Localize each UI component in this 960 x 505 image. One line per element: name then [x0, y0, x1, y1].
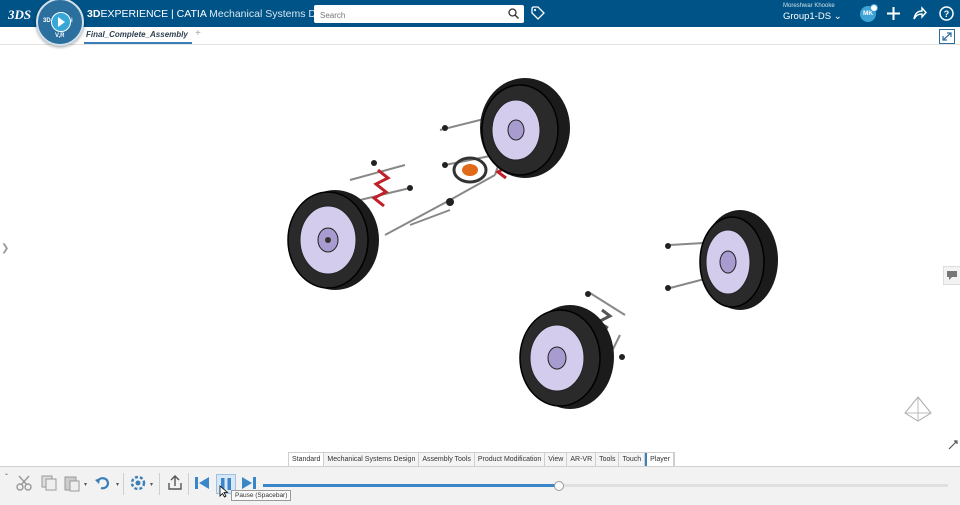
- svg-text:?: ?: [944, 9, 950, 19]
- paste-icon[interactable]: [63, 474, 81, 492]
- undo-icon[interactable]: [94, 474, 112, 492]
- tab-touch[interactable]: Touch: [619, 453, 646, 467]
- wheel-rear-left: [480, 78, 570, 178]
- app-brand: 3DEXPERIENCE | CATIA Mechanical Systems …: [87, 8, 341, 20]
- search-box: [314, 5, 524, 25]
- 3ds-logo-icon: 3DS: [8, 7, 31, 22]
- step-back-icon[interactable]: [193, 474, 211, 492]
- tab-final-complete-assembly[interactable]: Final_Complete_Assembly: [86, 30, 188, 39]
- user-menu[interactable]: Moreshwar Khooke Group1-DS ⌄: [783, 3, 842, 22]
- chevron-down-icon[interactable]: ⌄: [834, 11, 842, 22]
- tab-standard[interactable]: Standard: [289, 453, 325, 467]
- compass-3d-label: 3D: [43, 18, 51, 24]
- tab-ar-vr[interactable]: AR-VR: [567, 453, 597, 467]
- tab-view[interactable]: View: [545, 453, 568, 467]
- compass-i-label: i: [71, 18, 73, 24]
- tag-icon[interactable]: [531, 6, 545, 20]
- toolbar-separator: [188, 473, 189, 495]
- timeline-knob[interactable]: [553, 481, 564, 491]
- svg-text:3DS: 3DS: [8, 7, 31, 22]
- chat-panel-toggle[interactable]: [943, 266, 960, 285]
- add-icon[interactable]: [886, 6, 901, 21]
- notification-dot: [870, 4, 878, 12]
- cursor-icon: [219, 485, 229, 498]
- play-icon[interactable]: [51, 12, 71, 32]
- pause-tooltip: Pause (Spacebar): [231, 490, 292, 501]
- active-tab-indicator: [84, 42, 192, 44]
- paste-dropdown-icon[interactable]: ▾: [84, 481, 87, 488]
- avatar[interactable]: MK: [860, 4, 878, 22]
- toolbar-separator: [123, 473, 124, 495]
- export-icon[interactable]: [166, 474, 184, 492]
- update-icon[interactable]: [129, 474, 147, 492]
- tab-assembly-tools[interactable]: Assembly Tools: [419, 453, 475, 467]
- expand-left-panel-icon[interactable]: ❯: [1, 243, 9, 254]
- action-bar: ⌄ ▾ ▾ ▾: [0, 466, 960, 505]
- toolbar-separator: [159, 473, 160, 495]
- group-name[interactable]: Group1-DS: [783, 11, 831, 22]
- brand-experience: EXPERIENCE | CATIA: [100, 8, 207, 20]
- wheel-front-left: [287, 190, 379, 290]
- compass-widget[interactable]: 3D i V,R: [36, 0, 84, 46]
- 3d-compass-icon[interactable]: [901, 395, 935, 423]
- share-icon[interactable]: [912, 6, 927, 21]
- spring-dampers: [371, 158, 511, 208]
- brand-3d: 3D: [87, 8, 101, 20]
- tab-mechanical-systems-design[interactable]: Mechanical Systems Design: [324, 453, 420, 467]
- wheel-front-right: [699, 210, 778, 310]
- update-dropdown-icon[interactable]: ▾: [150, 481, 153, 488]
- search-icon[interactable]: [508, 8, 519, 19]
- 3d-viewport-model[interactable]: [270, 70, 790, 415]
- document-tab-bar: Final_Complete_Assembly +: [0, 27, 960, 45]
- fullscreen-icon[interactable]: [939, 29, 955, 44]
- steering-wheel: [452, 156, 488, 184]
- copy-icon[interactable]: [40, 474, 58, 492]
- wheel-rear-right: [519, 305, 614, 409]
- collapse-chevron-icon[interactable]: ⌄: [4, 470, 9, 477]
- compass-vr-label: V,R: [55, 33, 65, 39]
- tab-product-modification[interactable]: Product Modification: [475, 453, 546, 467]
- help-icon[interactable]: ?: [939, 6, 954, 21]
- tab-tools[interactable]: Tools: [596, 453, 620, 467]
- tab-player[interactable]: Player: [645, 453, 674, 467]
- cut-icon[interactable]: [15, 474, 33, 492]
- user-name: Moreshwar Khooke: [783, 3, 835, 9]
- chat-icon: [947, 271, 957, 280]
- timeline-progress: [263, 484, 558, 487]
- add-tab-button[interactable]: +: [195, 28, 201, 39]
- search-input[interactable]: [314, 6, 500, 25]
- playback-timeline[interactable]: [263, 481, 948, 491]
- undo-dropdown-icon[interactable]: ▾: [116, 481, 119, 488]
- action-bar-section-tabs: Standard Mechanical Systems Design Assem…: [288, 452, 675, 467]
- top-bar: 3DS 3DEXPERIENCE | CATIA Mechanical Syst…: [0, 0, 960, 27]
- edit-pen-icon[interactable]: [948, 440, 958, 450]
